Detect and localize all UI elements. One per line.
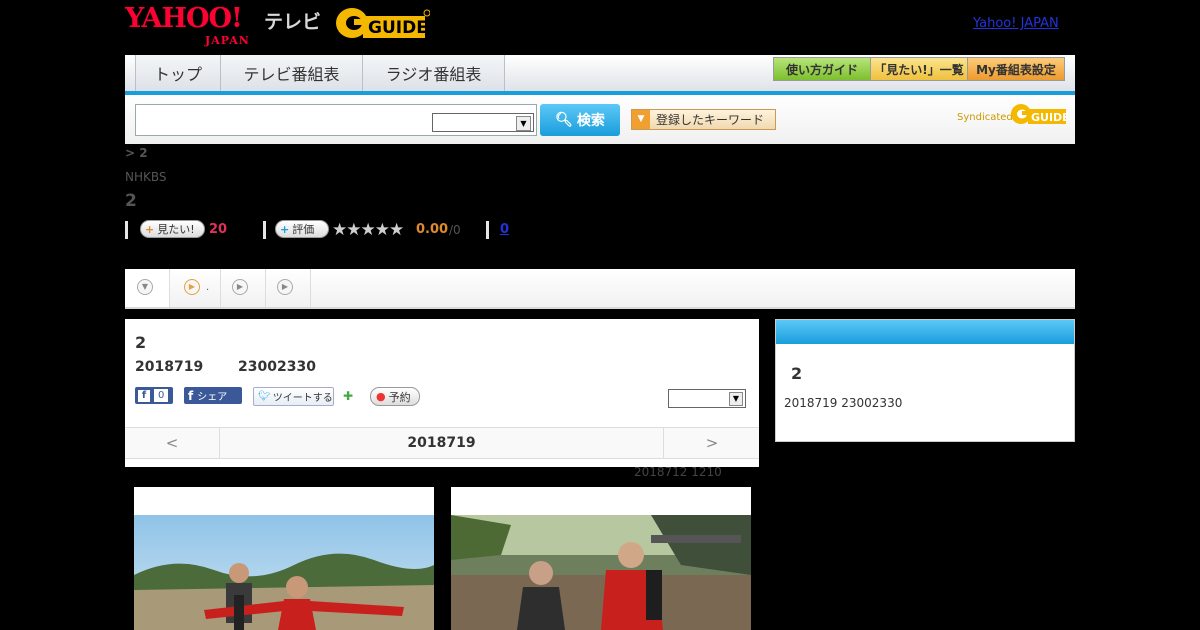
gguide-logo-icon: GUIDE: [336, 8, 431, 38]
reserve-label: 予約: [388, 390, 411, 404]
record-dot-icon: ●: [376, 390, 386, 403]
rating-count: /0: [449, 223, 461, 237]
play-icon: ▶: [232, 279, 248, 295]
search-icon: 🔍︎: [555, 112, 573, 128]
program-title: 2: [135, 333, 147, 352]
play-icon: ▶: [277, 279, 293, 295]
market-scene-image: [451, 515, 751, 630]
play-icon: ▶: [184, 279, 200, 295]
star-icon: ★: [374, 220, 390, 240]
program-tabs: ▼ ▶ . ▶ ▶: [125, 269, 1075, 309]
want-button-label: 見たい!: [157, 223, 195, 236]
review-count-link[interactable]: 0: [500, 222, 509, 237]
side-panel-datetime: 2018719 23002330: [784, 396, 903, 410]
side-panel-title: 2: [791, 364, 803, 383]
nav-tab-top[interactable]: トップ: [135, 55, 221, 91]
star-icon: ★: [389, 220, 404, 240]
yahoo-japan-link[interactable]: Yahoo! JAPAN: [973, 16, 1059, 31]
star-icon: ★: [332, 220, 347, 240]
usage-guide-button[interactable]: 使い方ガイド: [773, 57, 871, 81]
bookmark-add-button[interactable]: ✚: [343, 387, 359, 404]
facebook-icon: f: [138, 389, 150, 402]
gguide-logo-text: GUIDE: [368, 18, 428, 38]
facebook-share-button[interactable]: f シェア: [184, 387, 242, 404]
facebook-icon: f: [188, 388, 194, 403]
yahoo-logo-subtext: JAPAN: [205, 34, 250, 47]
tweet-button[interactable]: 🐦︎ ツイートする: [253, 387, 334, 406]
page-title: 2: [125, 191, 137, 211]
river-scene-image: [134, 515, 434, 630]
nav-tab-radio-guide[interactable]: ラジオ番組表: [362, 55, 505, 91]
date-navigation: < 2018719 >: [125, 427, 759, 459]
yahoo-japan-logo[interactable]: YAHOO! JAPAN: [125, 5, 249, 48]
breadcrumb[interactable]: > 2: [125, 146, 148, 160]
tab-cast[interactable]: ▶ .: [170, 269, 221, 307]
divider: [125, 221, 128, 239]
recorder-select[interactable]: ▼: [668, 389, 746, 408]
saved-keywords-label: 登録したキーワード: [656, 113, 765, 127]
rating-stars: ★★★★★: [332, 220, 404, 240]
side-panel-header: [776, 320, 1074, 344]
search-genre-select[interactable]: ▼: [432, 113, 534, 132]
nav-tab-tv-guide[interactable]: テレビ番組表: [220, 55, 363, 91]
tab-cast-label: .: [206, 282, 210, 293]
rate-button[interactable]: + 評価: [275, 220, 329, 238]
program-detail-panel: 2 2018719 23002330 f 0 f シェア 🐦︎ ツイートする ✚…: [125, 319, 759, 467]
facebook-like-count: 0: [154, 389, 169, 402]
gguide-small-logo-text: GUIDE: [1031, 111, 1068, 124]
syndicated-gguide-logo: GUIDE: [1010, 102, 1070, 126]
saved-keywords-button[interactable]: ▼ 登録したキーワード: [631, 109, 776, 130]
dropdown-triangle-icon: ▼: [632, 110, 650, 129]
twitter-bird-icon: 🐦︎: [258, 391, 271, 402]
want-button[interactable]: + 見たい!: [140, 220, 205, 238]
next-date-button[interactable]: >: [663, 428, 760, 458]
facebook-share-label: シェア: [197, 392, 228, 403]
bookmark-add-icon: ✚: [343, 388, 354, 403]
chevron-down-icon: ▼: [516, 116, 531, 131]
tv-label: テレビ: [264, 11, 322, 33]
reserve-recording-button[interactable]: ● 予約: [370, 387, 420, 406]
gguide-small-logo-icon: GUIDE: [1011, 104, 1070, 124]
want-count: 20: [209, 222, 228, 237]
program-photo-2[interactable]: [451, 487, 751, 630]
my-guide-settings-button[interactable]: My番組表設定: [967, 57, 1065, 81]
divider: [486, 221, 489, 239]
chevron-down-icon: ▼: [729, 392, 743, 406]
tab-overview[interactable]: ▼: [125, 269, 170, 307]
rating-value: 0.00: [416, 222, 449, 237]
plus-icon: +: [145, 222, 155, 236]
search-input[interactable]: ▼: [135, 104, 537, 136]
want-list-button[interactable]: 「見たい!」一覧: [870, 57, 968, 81]
search-button[interactable]: 🔍︎ 検索: [540, 104, 620, 136]
side-panel: 2 2018719 23002330: [775, 319, 1075, 442]
star-icon: ★: [346, 220, 361, 240]
tab-related[interactable]: ▶: [266, 269, 311, 307]
program-stats: + 見たい! 20 + 評価 ★★★★★ 0.00 /0 0: [125, 220, 725, 240]
plus-icon: +: [280, 222, 290, 236]
divider: [263, 221, 266, 239]
previous-date-button[interactable]: <: [125, 428, 220, 458]
star-icon: ★: [360, 220, 376, 240]
syndicated-label: Syndicated: [957, 112, 1013, 123]
down-arrow-icon: ▼: [137, 279, 153, 295]
updated-timestamp: 2018712 1210: [634, 465, 722, 479]
facebook-like-button[interactable]: f 0: [135, 387, 173, 404]
program-time: 23002330: [238, 359, 316, 375]
rate-button-label: 評価: [292, 223, 315, 236]
main-nav: トップ テレビ番組表 ラジオ番組表 使い方ガイド 「見たい!」一覧 My番組表設…: [125, 55, 1075, 95]
tab-reviews[interactable]: ▶: [221, 269, 266, 307]
tweet-label: ツイートする: [272, 393, 333, 404]
search-bar: ▼ 🔍︎ 検索 ▼ 登録したキーワード Syndicated GUIDE: [125, 95, 1075, 144]
channel-name: NHKBS: [125, 170, 167, 184]
program-photo-1[interactable]: [134, 487, 434, 630]
program-date: 2018719: [135, 359, 204, 375]
search-button-label: 検索: [576, 113, 605, 129]
current-date: 2018719: [407, 435, 476, 451]
gguide-logo[interactable]: GUIDE: [335, 6, 431, 40]
